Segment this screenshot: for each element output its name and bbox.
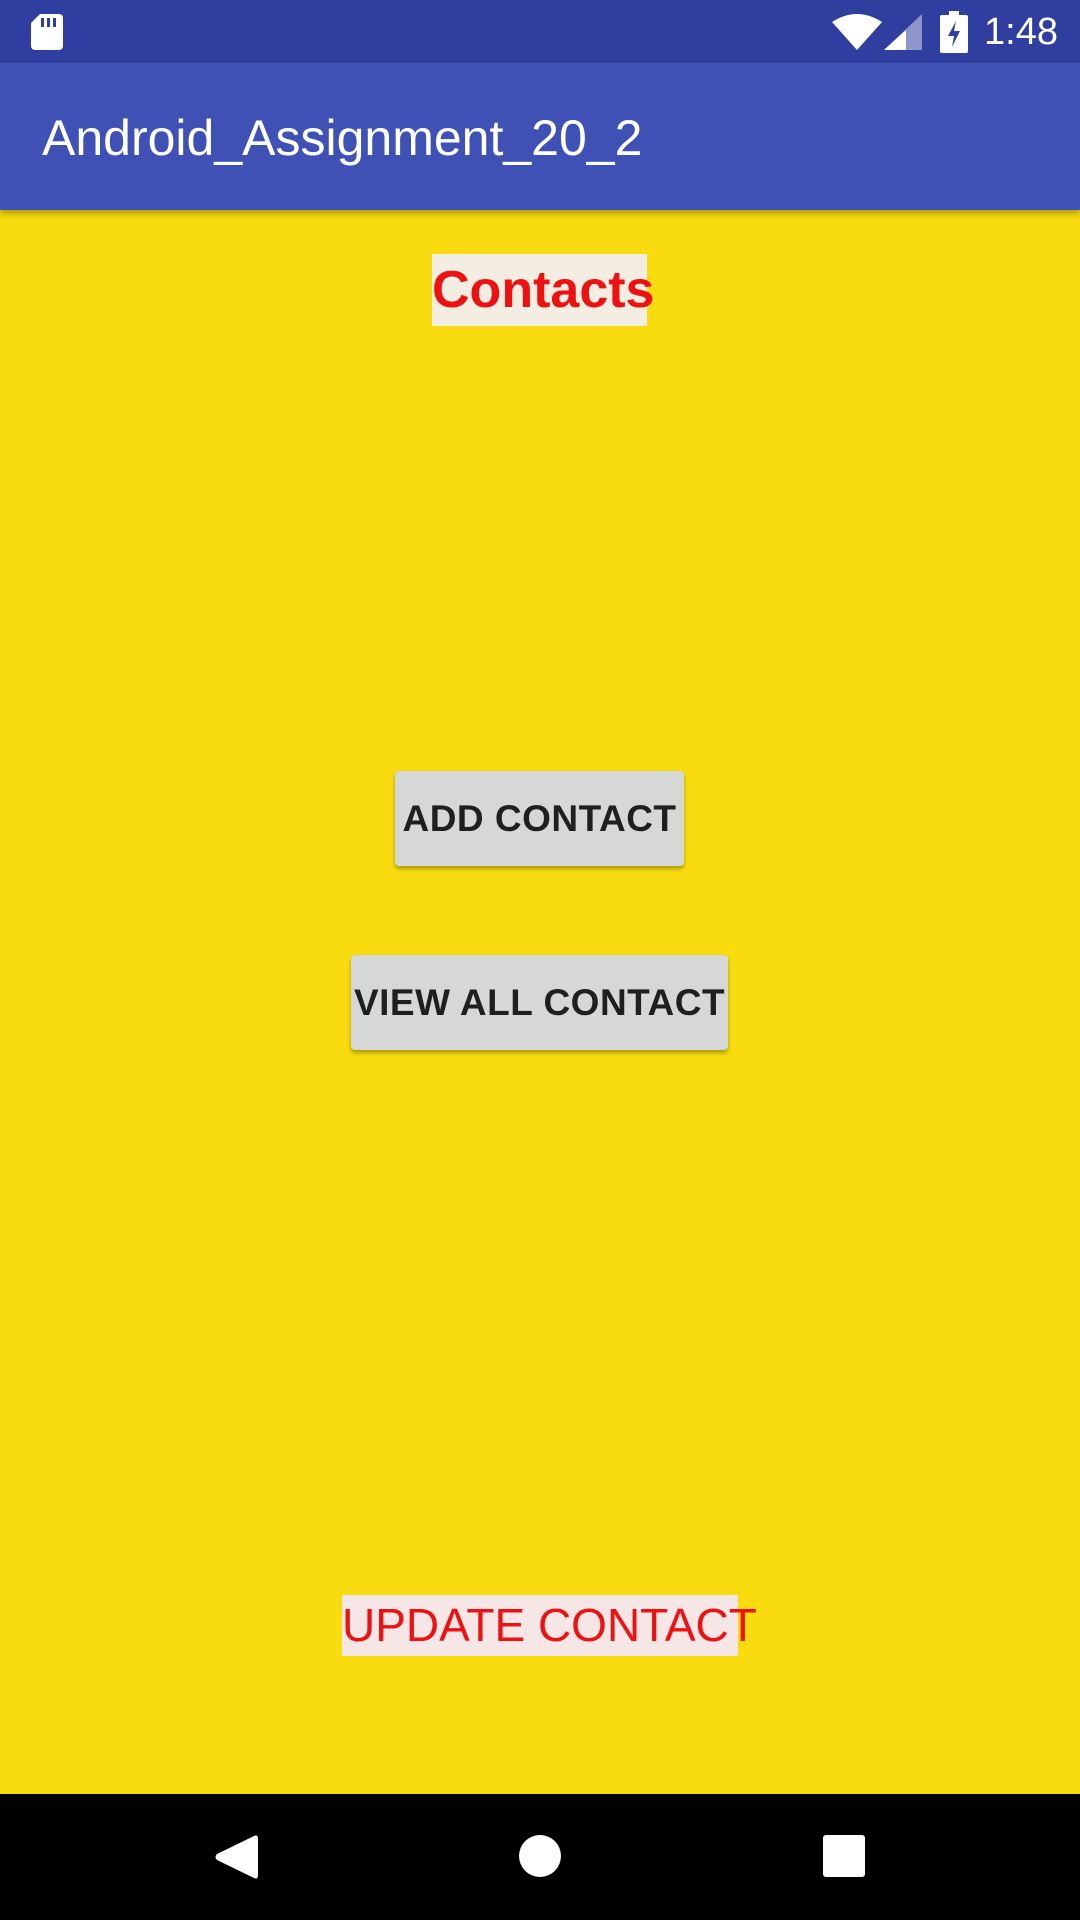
app-title: Android_Assignment_20_2 — [42, 110, 643, 166]
app-bar: Android_Assignment_20_2 — [0, 63, 1080, 210]
home-icon[interactable] — [518, 1834, 562, 1878]
signal-icon — [884, 14, 922, 50]
view-all-contact-button[interactable]: VIEW ALL CONTACT — [351, 955, 728, 1050]
sd-card-icon — [31, 14, 63, 50]
update-contact-button[interactable]: UPDATE CONTACT — [342, 1595, 757, 1656]
status-clock: 1:48 — [984, 11, 1058, 53]
add-contact-button[interactable]: ADD CONTACT — [395, 771, 684, 866]
back-icon[interactable] — [214, 1834, 258, 1880]
contacts-heading: Contacts — [432, 254, 654, 326]
battery-charging-icon — [940, 11, 968, 53]
navigation-bar — [0, 1794, 1080, 1920]
screen: 1:48 Android_Assignment_20_2 Contacts AD… — [0, 0, 1080, 1920]
status-bar: 1:48 — [0, 0, 1080, 63]
recents-icon[interactable] — [823, 1835, 865, 1877]
wifi-icon — [832, 14, 882, 50]
